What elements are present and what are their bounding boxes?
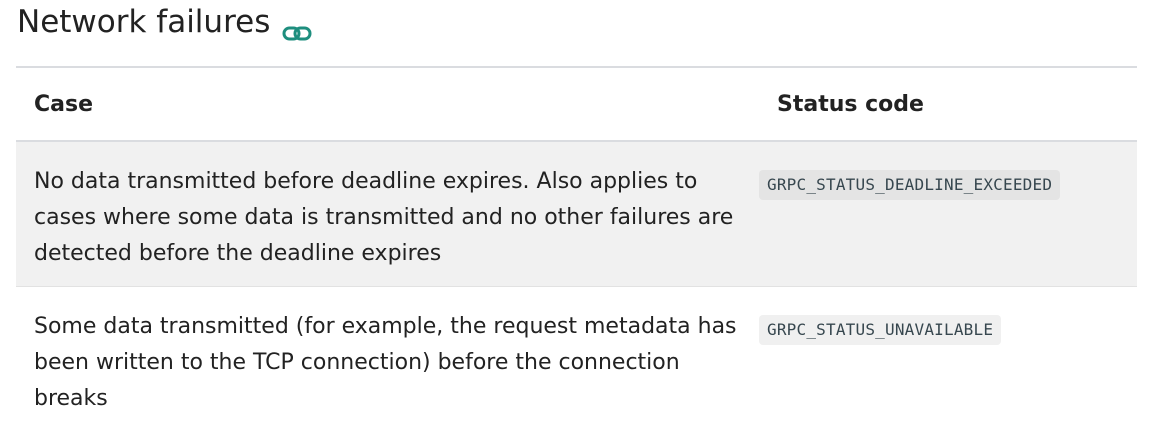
table-row: Some data transmitted (for example, the … <box>16 286 1137 432</box>
case-cell: Some data transmitted (for example, the … <box>16 286 759 432</box>
status-code-cell: GRPC_STATUS_UNAVAILABLE <box>759 286 1137 432</box>
failures-table-container: Case Status code No data transmitted bef… <box>16 66 1137 432</box>
link-icon[interactable] <box>282 15 312 41</box>
column-header-case: Case <box>16 66 759 142</box>
status-code-cell: GRPC_STATUS_DEADLINE_EXCEEDED <box>759 141 1137 287</box>
failures-table: Case Status code No data transmitted bef… <box>16 66 1137 432</box>
page-title: Network failures <box>17 4 271 40</box>
table-row: No data transmitted before deadline expi… <box>16 141 1137 287</box>
case-cell: No data transmitted before deadline expi… <box>16 141 759 287</box>
status-code: GRPC_STATUS_DEADLINE_EXCEEDED <box>759 170 1061 200</box>
status-code: GRPC_STATUS_UNAVAILABLE <box>759 314 1002 345</box>
table-header-row: Case Status code <box>16 66 1137 142</box>
section-heading: Network failures <box>17 0 312 44</box>
column-header-status-code: Status code <box>759 66 1137 142</box>
